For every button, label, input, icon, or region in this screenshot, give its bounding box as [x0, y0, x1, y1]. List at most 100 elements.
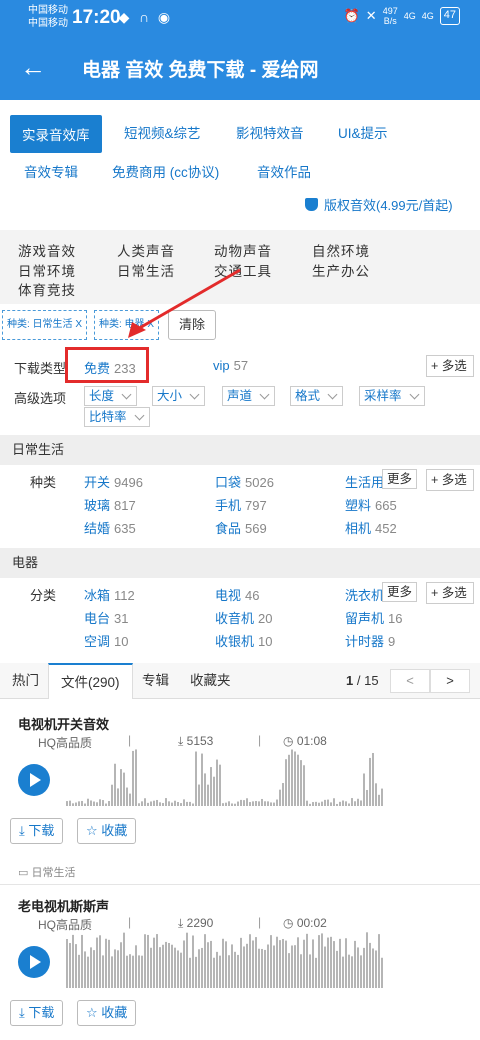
- waveform-bar: [378, 934, 380, 988]
- collect-button[interactable]: ☆ 收藏: [77, 1000, 137, 1026]
- samplerate-dropdown[interactable]: 采样率: [359, 386, 425, 406]
- life-item[interactable]: 结婚 635: [84, 518, 136, 537]
- shield-icon: [305, 198, 318, 211]
- waveform-bar: [75, 802, 77, 806]
- tab-short-video[interactable]: 短视频&综艺: [124, 122, 201, 142]
- life-item[interactable]: 手机 797: [215, 495, 267, 514]
- waveform-bar: [102, 955, 104, 988]
- multi-select-button[interactable]: + 多选: [426, 355, 474, 377]
- category-item[interactable]: 体育竞技: [18, 279, 76, 299]
- waveform-bar: [93, 950, 95, 988]
- tab-works[interactable]: 音效作品: [257, 161, 311, 181]
- track-title[interactable]: 老电视机斯斯声: [18, 896, 109, 915]
- elec-item[interactable]: 电视 46: [215, 585, 259, 604]
- advanced-label: 高级选项: [14, 391, 67, 406]
- waveform-bar: [282, 938, 284, 988]
- category-item[interactable]: 人类声音: [117, 240, 175, 260]
- app-bar: ← 电器 音效 免费下载 - 爱给网: [0, 36, 480, 100]
- category-item[interactable]: 生产办公: [312, 260, 370, 280]
- filter-chip[interactable]: 种类: 日常生活 X: [2, 310, 88, 340]
- category-item[interactable]: 日常环境: [18, 260, 76, 280]
- life-item[interactable]: 口袋 5026: [215, 472, 274, 491]
- life-item[interactable]: 开关 9496: [84, 472, 143, 491]
- waveform-bar: [105, 803, 107, 806]
- waveform-bar: [135, 945, 137, 988]
- elec-item[interactable]: 收银机 10: [215, 631, 272, 650]
- shield-icon: ◆: [118, 9, 130, 25]
- waveform-bar: [66, 801, 68, 806]
- category-item[interactable]: 交通工具: [214, 260, 272, 280]
- waveform[interactable]: [66, 748, 386, 812]
- waveform-bar: [282, 783, 284, 806]
- more-button[interactable]: 更多: [382, 582, 418, 602]
- waveform-bar: [270, 935, 272, 988]
- tab-favorites[interactable]: 收藏夹: [190, 663, 231, 699]
- collect-button[interactable]: ☆ 收藏: [77, 818, 137, 844]
- back-arrow-icon[interactable]: ←: [20, 50, 46, 84]
- size-dropdown[interactable]: 大小: [152, 386, 206, 406]
- tab-files[interactable]: 文件(290): [48, 663, 133, 699]
- tab-free-commercial[interactable]: 免费商用 (cc协议): [112, 161, 219, 181]
- elec-section: 分类 冰箱112 电视46 洗衣机22 电台31 收音机20 留声机16 空调1…: [0, 580, 480, 650]
- play-button[interactable]: [18, 946, 50, 978]
- elec-item[interactable]: 留声机 16: [345, 608, 402, 627]
- headphones-icon: ∩: [138, 9, 150, 25]
- life-item[interactable]: 塑料 665: [345, 495, 397, 514]
- battery-icon: 47: [439, 7, 460, 25]
- tab-film-effects[interactable]: 影视特效音: [236, 122, 304, 142]
- download-button[interactable]: ⤓ 下载: [10, 818, 64, 844]
- elec-item[interactable]: 空调 10: [84, 631, 128, 650]
- category-item[interactable]: 日常生活: [117, 260, 175, 280]
- format-dropdown[interactable]: 格式: [290, 386, 344, 406]
- tab-album[interactable]: 专辑: [142, 663, 169, 699]
- track-tag[interactable]: ▭ 日常生活: [18, 864, 75, 880]
- pagination: 1 / 15: [346, 673, 379, 688]
- waveform-bar: [327, 799, 329, 806]
- waveform-bar: [72, 803, 74, 806]
- waveform-bar: [114, 949, 116, 988]
- waveform[interactable]: [66, 930, 386, 994]
- filter-vip[interactable]: vip 57: [213, 358, 248, 373]
- track-title[interactable]: 电视机开关音效: [18, 714, 109, 733]
- next-page-button[interactable]: >: [430, 669, 470, 693]
- multi-select-button[interactable]: + 多选: [426, 469, 474, 491]
- waveform-bar: [105, 938, 107, 988]
- tab-hot[interactable]: 热门: [12, 663, 39, 699]
- waveform-bar: [159, 947, 161, 988]
- download-button[interactable]: ⤓ 下载: [10, 1000, 64, 1026]
- waveform-bar: [276, 799, 278, 806]
- category-item[interactable]: 动物声音: [214, 240, 272, 260]
- channel-dropdown[interactable]: 声道: [222, 386, 276, 406]
- life-item[interactable]: 相机 452: [345, 518, 397, 537]
- waveform-bar: [198, 949, 200, 988]
- life-item[interactable]: 玻璃 817: [84, 495, 136, 514]
- copyright-link[interactable]: 版权音效(4.99元/首起): [305, 195, 453, 214]
- waveform-bar: [96, 802, 98, 806]
- waveform-bar: [195, 751, 197, 806]
- filter-chip[interactable]: 种类: 电器 X: [94, 310, 160, 340]
- divider: [0, 884, 480, 885]
- more-button[interactable]: 更多: [382, 469, 418, 489]
- clear-button[interactable]: 清除: [168, 310, 216, 340]
- elec-item[interactable]: 电台 31: [84, 608, 128, 627]
- bitrate-dropdown[interactable]: 比特率: [84, 407, 150, 427]
- category-item[interactable]: 自然环境: [312, 240, 370, 260]
- tab-album[interactable]: 音效专辑: [24, 161, 78, 181]
- play-button[interactable]: [18, 764, 50, 796]
- waveform-bar: [279, 940, 281, 988]
- waveform-bar: [333, 941, 335, 988]
- tab-ui-prompt[interactable]: UI&提示: [338, 122, 388, 142]
- waveform-bar: [96, 937, 98, 988]
- waveform-bar: [204, 773, 206, 806]
- multi-select-button[interactable]: + 多选: [426, 582, 474, 604]
- waveform-bar: [249, 802, 251, 806]
- tab-real-library[interactable]: 实录音效库: [10, 115, 102, 153]
- waveform-bar: [360, 800, 362, 806]
- life-item[interactable]: 食品 569: [215, 518, 267, 537]
- elec-item[interactable]: 计时器 9: [345, 631, 395, 650]
- category-item[interactable]: 游戏音效: [18, 240, 76, 260]
- prev-page-button[interactable]: <: [390, 669, 430, 693]
- elec-item[interactable]: 冰箱 112: [84, 585, 135, 604]
- elec-item[interactable]: 收音机 20: [215, 608, 272, 627]
- length-dropdown[interactable]: 长度: [84, 386, 138, 406]
